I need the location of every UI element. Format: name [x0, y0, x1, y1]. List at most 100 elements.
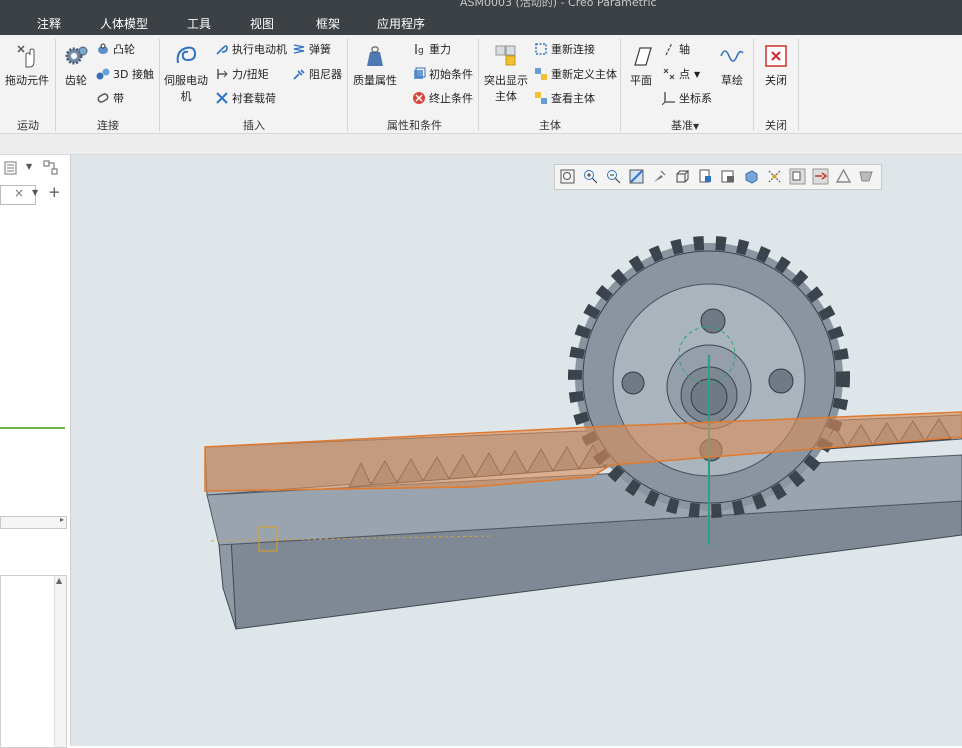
force-torque-icon: [217, 69, 228, 79]
menu-applications[interactable]: 应用程序: [377, 15, 425, 32]
cam-button[interactable]: 凸轮: [96, 41, 135, 57]
horizontal-scrollbar[interactable]: ▸: [0, 515, 67, 529]
chevron-down-icon[interactable]: ▼: [32, 188, 38, 197]
belt-icon: [97, 93, 109, 103]
plane-button[interactable]: 平面: [624, 43, 658, 88]
view-body-icon: [535, 92, 547, 104]
actuator-motor-icon: [216, 45, 228, 55]
sketch-label: 草绘: [721, 74, 743, 87]
force-torque-label: 力/扭矩: [232, 68, 269, 81]
highlight-bodies-button[interactable]: 突出显示主体: [483, 43, 529, 104]
menu-frame[interactable]: 框架: [316, 15, 340, 32]
menu-view[interactable]: 视图: [250, 15, 274, 32]
vertical-scrollbar[interactable]: ▲: [54, 576, 66, 747]
datum-group-text: 基准: [671, 119, 693, 132]
chevron-down-icon[interactable]: ▼: [26, 162, 32, 171]
menu-tools[interactable]: 工具: [187, 15, 211, 32]
damper-label: 阻尼器: [309, 68, 342, 81]
group-close-label: 关闭: [765, 119, 787, 132]
gear-label: 齿轮: [65, 74, 87, 87]
highlight-bodies-label: 突出显示主体: [484, 74, 528, 103]
close-button[interactable]: 关闭: [759, 43, 793, 88]
redefine-body-button[interactable]: 重新定义主体: [534, 66, 617, 82]
force-torque-button[interactable]: 力/扭矩: [215, 66, 269, 82]
graphics-viewport[interactable]: [71, 155, 962, 746]
close-icon: [765, 45, 787, 67]
mass-properties-label: 质量属性: [353, 74, 397, 87]
spring-label: 弹簧: [309, 43, 331, 56]
group-insert-label: 插入: [243, 119, 265, 132]
reconnect-label: 重新连接: [551, 43, 595, 56]
initial-conditions-button[interactable]: 初始条件: [412, 66, 473, 82]
clear-search-icon[interactable]: ×: [14, 186, 24, 200]
highlight-bodies-icon: [495, 45, 516, 66]
window-title: ASM0003 (活动的) - Creo Parametric: [460, 0, 657, 9]
cam-label: 凸轮: [113, 43, 135, 56]
group-properties-label: 属性和条件: [387, 119, 442, 132]
reconnect-icon: [535, 43, 547, 55]
menu-annotate[interactable]: 注释: [37, 15, 61, 32]
group-divider: [478, 39, 479, 131]
redefine-body-label: 重新定义主体: [551, 68, 617, 81]
3d-contact-label: 3D 接触: [113, 68, 154, 81]
axis-icon: [665, 42, 673, 56]
sketch-icon: [720, 50, 744, 62]
tree-selection-line: [0, 427, 65, 429]
graphics-toolbar-strip: [0, 134, 962, 155]
group-divider: [159, 39, 160, 131]
termination-conditions-icon: [413, 92, 425, 104]
gravity-icon: g: [415, 44, 424, 56]
drag-hand-icon: [17, 45, 35, 68]
csys-button[interactable]: 坐标系: [662, 90, 712, 106]
servo-motor-icon: [176, 46, 197, 64]
chevron-down-icon: ▼: [693, 122, 700, 131]
termination-conditions-label: 终止条件: [429, 92, 473, 105]
menu-human-model[interactable]: 人体模型: [100, 15, 148, 32]
group-divider: [55, 39, 56, 131]
assembly-model[interactable]: [71, 155, 962, 746]
cam-icon: [98, 43, 108, 54]
servo-motor-button[interactable]: 伺服电动机: [163, 43, 209, 104]
tree-filter-icon[interactable]: [42, 159, 60, 177]
menu-bar: 注释 人体模型 工具 视图 框架 应用程序: [0, 12, 962, 35]
group-body-label: 主体: [539, 119, 561, 132]
reconnect-button[interactable]: 重新连接: [534, 41, 595, 57]
detail-pane: ▲: [0, 575, 67, 748]
3d-contact-icon: [96, 68, 110, 80]
tree-settings-icon[interactable]: [2, 159, 20, 177]
window-titlebar: ASM0003 (活动的) - Creo Parametric: [0, 0, 962, 12]
actuator-motor-button[interactable]: 执行电动机: [215, 41, 287, 57]
view-body-button[interactable]: 查看主体: [534, 90, 595, 106]
bushing-load-button[interactable]: 衬套载荷: [215, 90, 276, 106]
group-datum-label[interactable]: 基准▼: [671, 117, 699, 133]
damper-button[interactable]: 阻尼器: [292, 66, 342, 82]
spring-button[interactable]: 弹簧: [292, 41, 331, 57]
axis-button[interactable]: 轴: [662, 41, 690, 57]
chevron-down-icon[interactable]: ▼: [694, 70, 700, 79]
gravity-button[interactable]: g 重力: [412, 41, 451, 57]
group-motion-label: 运动: [17, 119, 39, 132]
mass-properties-button[interactable]: 质量属性: [352, 43, 398, 88]
3d-contact-button[interactable]: 3D 接触: [96, 66, 154, 82]
add-filter-icon[interactable]: +: [48, 183, 61, 201]
axis-label: 轴: [679, 43, 690, 56]
drag-components-button[interactable]: 拖动元件: [4, 43, 50, 88]
redefine-body-icon: [535, 68, 547, 80]
servo-motor-label: 伺服电动机: [164, 74, 208, 103]
belt-button[interactable]: 带: [96, 90, 124, 106]
actuator-motor-label: 执行电动机: [232, 43, 287, 56]
termination-conditions-button[interactable]: 终止条件: [412, 90, 473, 106]
gear-button[interactable]: 齿轮: [60, 43, 92, 88]
point-icon: [663, 68, 675, 80]
bushing-load-icon: [216, 92, 228, 104]
sketch-button[interactable]: 草绘: [716, 43, 748, 88]
point-button[interactable]: 点 ▼: [662, 66, 700, 82]
view-body-label: 查看主体: [551, 92, 595, 105]
group-connect-label: 连接: [97, 119, 119, 132]
csys-icon: [662, 92, 675, 105]
bushing-load-label: 衬套载荷: [232, 92, 276, 105]
spring-icon: [293, 44, 305, 54]
damper-icon: [293, 69, 305, 80]
belt-label: 带: [113, 92, 124, 105]
initial-conditions-label: 初始条件: [429, 68, 473, 81]
